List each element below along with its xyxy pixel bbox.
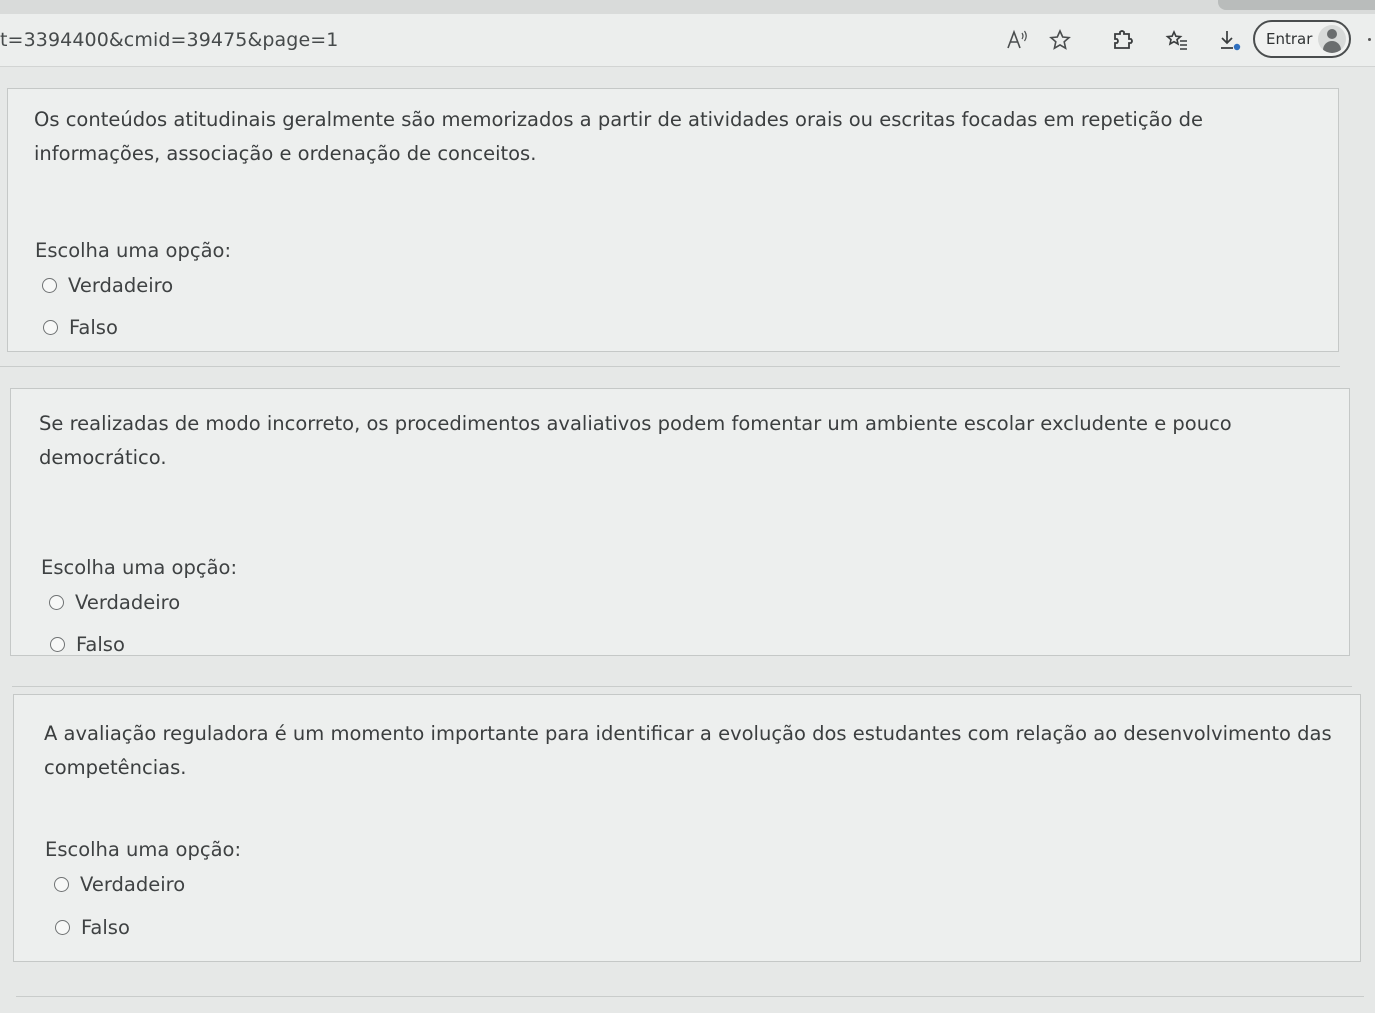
option-false[interactable]: Falso bbox=[43, 316, 118, 339]
address-bar: t=3394400&cmid=39475&page=1 Entrar bbox=[0, 14, 1375, 67]
divider bbox=[0, 366, 1340, 367]
option-false[interactable]: Falso bbox=[50, 633, 125, 656]
browser-tab[interactable] bbox=[1218, 0, 1375, 10]
statement-line: Os conteúdos atitudinais geralmente são … bbox=[34, 108, 1204, 131]
choice-prompt: Escolha uma opção: bbox=[35, 239, 232, 262]
question-statement: A avaliação reguladora é um momento impo… bbox=[44, 717, 1332, 785]
radio-button[interactable] bbox=[43, 320, 58, 335]
option-false[interactable]: Falso bbox=[55, 916, 130, 939]
radio-button[interactable] bbox=[55, 920, 70, 935]
statement-line: democrático. bbox=[39, 446, 167, 469]
question-card-3: A avaliação reguladora é um momento impo… bbox=[13, 694, 1361, 962]
choice-prompt: Escolha uma opção: bbox=[45, 838, 242, 861]
choice-prompt: Escolha uma opção: bbox=[41, 556, 238, 579]
option-true[interactable]: Verdadeiro bbox=[49, 591, 180, 614]
statement-line: competências. bbox=[44, 756, 187, 779]
option-label: Verdadeiro bbox=[68, 274, 174, 297]
question-statement: Os conteúdos atitudinais geralmente são … bbox=[34, 103, 1203, 171]
divider bbox=[12, 686, 1352, 687]
option-true[interactable]: Verdadeiro bbox=[42, 274, 173, 297]
option-true[interactable]: Verdadeiro bbox=[54, 873, 185, 896]
sign-in-label: Entrar bbox=[1266, 30, 1313, 48]
option-label: Falso bbox=[81, 916, 130, 939]
radio-button[interactable] bbox=[50, 637, 65, 652]
browser-tab-strip bbox=[0, 0, 1375, 14]
read-aloud-icon[interactable] bbox=[1003, 26, 1031, 54]
radio-button[interactable] bbox=[42, 278, 57, 293]
divider bbox=[16, 996, 1364, 997]
radio-button[interactable] bbox=[49, 595, 64, 610]
more-menu-icon[interactable] bbox=[1368, 38, 1371, 41]
question-card-1: Os conteúdos atitudinais geralmente são … bbox=[7, 88, 1339, 352]
favorite-star-icon[interactable] bbox=[1046, 26, 1074, 54]
radio-button[interactable] bbox=[54, 877, 69, 892]
favorites-list-icon[interactable] bbox=[1163, 26, 1191, 54]
downloads-icon[interactable] bbox=[1215, 26, 1243, 54]
option-label: Falso bbox=[76, 633, 125, 656]
option-label: Verdadeiro bbox=[80, 873, 186, 896]
option-label: Falso bbox=[69, 316, 118, 339]
statement-line: informações, associação e ordenação de c… bbox=[34, 142, 537, 165]
avatar-icon bbox=[1318, 25, 1346, 53]
option-label: Verdadeiro bbox=[75, 591, 181, 614]
extensions-icon[interactable] bbox=[1108, 26, 1136, 54]
url-text[interactable]: t=3394400&cmid=39475&page=1 bbox=[0, 29, 338, 51]
question-card-2: Se realizadas de modo incorreto, os proc… bbox=[10, 388, 1350, 656]
statement-line: Se realizadas de modo incorreto, os proc… bbox=[39, 412, 1232, 435]
question-statement: Se realizadas de modo incorreto, os proc… bbox=[39, 407, 1232, 475]
sign-in-button[interactable]: Entrar bbox=[1253, 20, 1351, 58]
statement-line: A avaliação reguladora é um momento impo… bbox=[44, 722, 1332, 745]
